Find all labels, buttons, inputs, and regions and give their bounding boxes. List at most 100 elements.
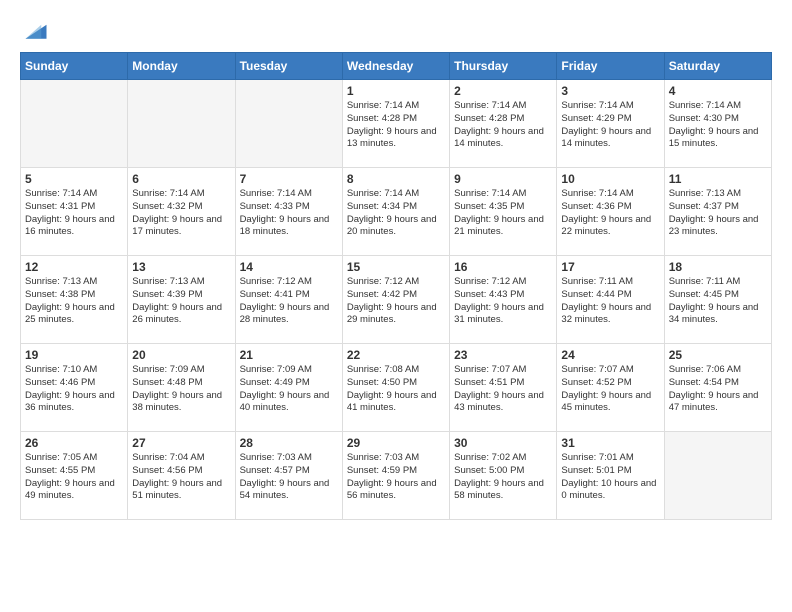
calendar-day-9: 9Sunrise: 7:14 AMSunset: 4:35 PMDaylight…	[450, 168, 557, 256]
calendar-empty-cell	[21, 80, 128, 168]
day-number: 31	[561, 436, 659, 450]
calendar-day-28: 28 Sunrise: 7:03 AMSunset: 4:57 PMDayligh…	[235, 432, 342, 520]
day-info: Sunrise: 7:14 AMSunset: 4:30 PMDaylight:…	[669, 100, 767, 151]
day-info: Sunrise: 7:12 AMSunset: 4:41 PMDaylight:…	[240, 276, 338, 327]
day-info: Sunrise: 7:11 AMSunset: 4:44 PMDaylight:…	[561, 276, 659, 327]
day-number: 18	[669, 260, 767, 274]
day-number: 13	[132, 260, 230, 274]
calendar-day-13: 13 Sunrise: 7:13 AMSunset: 4:39 PMDayligh…	[128, 256, 235, 344]
day-number: 17	[561, 260, 659, 274]
calendar-day-2: 2 Sunrise: 7:14 AMSunset: 4:28 PMDaylight…	[450, 80, 557, 168]
day-number: 25	[669, 348, 767, 362]
day-number: 27	[132, 436, 230, 450]
calendar-day-25: 25Sunrise: 7:06 AMSunset: 4:54 PMDayligh…	[664, 344, 771, 432]
day-number: 23	[454, 348, 552, 362]
calendar-day-22: 22 Sunrise: 7:08 AMSunset: 4:50 PMDayligh…	[342, 344, 449, 432]
day-info: Sunrise: 7:03 AMSunset: 4:57 PMDaylight:…	[240, 452, 338, 503]
calendar-day-31: 31 Sunrise: 7:01 AMSunset: 5:01 PMDayligh…	[557, 432, 664, 520]
day-info: Sunrise: 7:07 AMSunset: 4:52 PMDaylight:…	[561, 364, 659, 415]
calendar-day-26: 26 Sunrise: 7:05 AMSunset: 4:55 PMDayligh…	[21, 432, 128, 520]
calendar-day-6: 6 Sunrise: 7:14 AMSunset: 4:32 PMDaylight…	[128, 168, 235, 256]
day-info: Sunrise: 7:03 AMSunset: 4:59 PMDaylight:…	[347, 452, 445, 503]
calendar-day-12: 12 Sunrise: 7:13 AMSunset: 4:38 PMDayligh…	[21, 256, 128, 344]
day-number: 24	[561, 348, 659, 362]
weekday-header-monday: Monday	[128, 53, 235, 80]
day-number: 15	[347, 260, 445, 274]
day-info: Sunrise: 7:13 AMSunset: 4:37 PMDaylight:…	[669, 188, 767, 239]
day-number: 22	[347, 348, 445, 362]
weekday-header-sunday: Sunday	[21, 53, 128, 80]
weekday-header-wednesday: Wednesday	[342, 53, 449, 80]
calendar-day-20: 20 Sunrise: 7:09 AMSunset: 4:48 PMDayligh…	[128, 344, 235, 432]
day-info: Sunrise: 7:09 AMSunset: 4:49 PMDaylight:…	[240, 364, 338, 415]
calendar-day-21: 21 Sunrise: 7:09 AMSunset: 4:49 PMDayligh…	[235, 344, 342, 432]
day-number: 8	[347, 172, 445, 186]
day-number: 9	[454, 172, 552, 186]
day-number: 5	[25, 172, 123, 186]
calendar-week-2: 5Sunrise: 7:14 AMSunset: 4:31 PMDaylight…	[21, 168, 772, 256]
calendar-day-8: 8 Sunrise: 7:14 AMSunset: 4:34 PMDaylight…	[342, 168, 449, 256]
day-number: 16	[454, 260, 552, 274]
day-number: 2	[454, 84, 552, 98]
day-info: Sunrise: 7:14 AMSunset: 4:29 PMDaylight:…	[561, 100, 659, 151]
day-number: 30	[454, 436, 552, 450]
calendar-day-16: 16 Sunrise: 7:12 AMSunset: 4:43 PMDayligh…	[450, 256, 557, 344]
day-number: 21	[240, 348, 338, 362]
day-number: 28	[240, 436, 338, 450]
day-info: Sunrise: 7:05 AMSunset: 4:55 PMDaylight:…	[25, 452, 123, 503]
day-info: Sunrise: 7:14 AMSunset: 4:36 PMDaylight:…	[561, 188, 659, 239]
day-number: 7	[240, 172, 338, 186]
day-info: Sunrise: 7:09 AMSunset: 4:48 PMDaylight:…	[132, 364, 230, 415]
day-number: 20	[132, 348, 230, 362]
weekday-header-tuesday: Tuesday	[235, 53, 342, 80]
calendar-day-11: 11Sunrise: 7:13 AMSunset: 4:37 PMDayligh…	[664, 168, 771, 256]
calendar-day-10: 10 Sunrise: 7:14 AMSunset: 4:36 PMDayligh…	[557, 168, 664, 256]
day-info: Sunrise: 7:02 AMSunset: 5:00 PMDaylight:…	[454, 452, 552, 503]
day-info: Sunrise: 7:14 AMSunset: 4:34 PMDaylight:…	[347, 188, 445, 239]
calendar-day-24: 24 Sunrise: 7:07 AMSunset: 4:52 PMDayligh…	[557, 344, 664, 432]
day-info: Sunrise: 7:12 AMSunset: 4:43 PMDaylight:…	[454, 276, 552, 327]
header	[20, 16, 772, 44]
calendar-day-17: 17 Sunrise: 7:11 AMSunset: 4:44 PMDayligh…	[557, 256, 664, 344]
calendar-day-4: 4 Sunrise: 7:14 AMSunset: 4:30 PMDaylight…	[664, 80, 771, 168]
day-info: Sunrise: 7:14 AMSunset: 4:33 PMDaylight:…	[240, 188, 338, 239]
day-info: Sunrise: 7:11 AMSunset: 4:45 PMDaylight:…	[669, 276, 767, 327]
day-info: Sunrise: 7:07 AMSunset: 4:51 PMDaylight:…	[454, 364, 552, 415]
day-info: Sunrise: 7:14 AMSunset: 4:28 PMDaylight:…	[454, 100, 552, 151]
logo	[20, 16, 50, 44]
day-info: Sunrise: 7:01 AMSunset: 5:01 PMDaylight:…	[561, 452, 659, 503]
calendar-day-19: 19Sunrise: 7:10 AMSunset: 4:46 PMDayligh…	[21, 344, 128, 432]
day-info: Sunrise: 7:13 AMSunset: 4:39 PMDaylight:…	[132, 276, 230, 327]
day-number: 3	[561, 84, 659, 98]
day-number: 12	[25, 260, 123, 274]
calendar-day-30: 30 Sunrise: 7:02 AMSunset: 5:00 PMDayligh…	[450, 432, 557, 520]
day-number: 10	[561, 172, 659, 186]
calendar-week-3: 12 Sunrise: 7:13 AMSunset: 4:38 PMDayligh…	[21, 256, 772, 344]
logo-icon	[22, 16, 50, 44]
calendar: SundayMondayTuesdayWednesdayThursdayFrid…	[20, 52, 772, 520]
weekday-header-thursday: Thursday	[450, 53, 557, 80]
day-number: 14	[240, 260, 338, 274]
calendar-day-27: 27Sunrise: 7:04 AMSunset: 4:56 PMDayligh…	[128, 432, 235, 520]
day-number: 19	[25, 348, 123, 362]
day-info: Sunrise: 7:13 AMSunset: 4:38 PMDaylight:…	[25, 276, 123, 327]
calendar-empty-cell	[128, 80, 235, 168]
day-info: Sunrise: 7:12 AMSunset: 4:42 PMDaylight:…	[347, 276, 445, 327]
day-number: 26	[25, 436, 123, 450]
weekday-header-row: SundayMondayTuesdayWednesdayThursdayFrid…	[21, 53, 772, 80]
page: SundayMondayTuesdayWednesdayThursdayFrid…	[0, 0, 792, 530]
day-number: 4	[669, 84, 767, 98]
day-number: 1	[347, 84, 445, 98]
day-number: 6	[132, 172, 230, 186]
day-info: Sunrise: 7:08 AMSunset: 4:50 PMDaylight:…	[347, 364, 445, 415]
calendar-day-1: 1 Sunrise: 7:14 AMSunset: 4:28 PMDaylight…	[342, 80, 449, 168]
calendar-day-18: 18 Sunrise: 7:11 AMSunset: 4:45 PMDayligh…	[664, 256, 771, 344]
calendar-week-5: 26 Sunrise: 7:05 AMSunset: 4:55 PMDayligh…	[21, 432, 772, 520]
day-info: Sunrise: 7:14 AMSunset: 4:28 PMDaylight:…	[347, 100, 445, 151]
calendar-day-29: 29 Sunrise: 7:03 AMSunset: 4:59 PMDayligh…	[342, 432, 449, 520]
calendar-day-5: 5Sunrise: 7:14 AMSunset: 4:31 PMDaylight…	[21, 168, 128, 256]
day-number: 29	[347, 436, 445, 450]
calendar-empty-cell	[235, 80, 342, 168]
calendar-day-23: 23 Sunrise: 7:07 AMSunset: 4:51 PMDayligh…	[450, 344, 557, 432]
day-info: Sunrise: 7:14 AMSunset: 4:32 PMDaylight:…	[132, 188, 230, 239]
